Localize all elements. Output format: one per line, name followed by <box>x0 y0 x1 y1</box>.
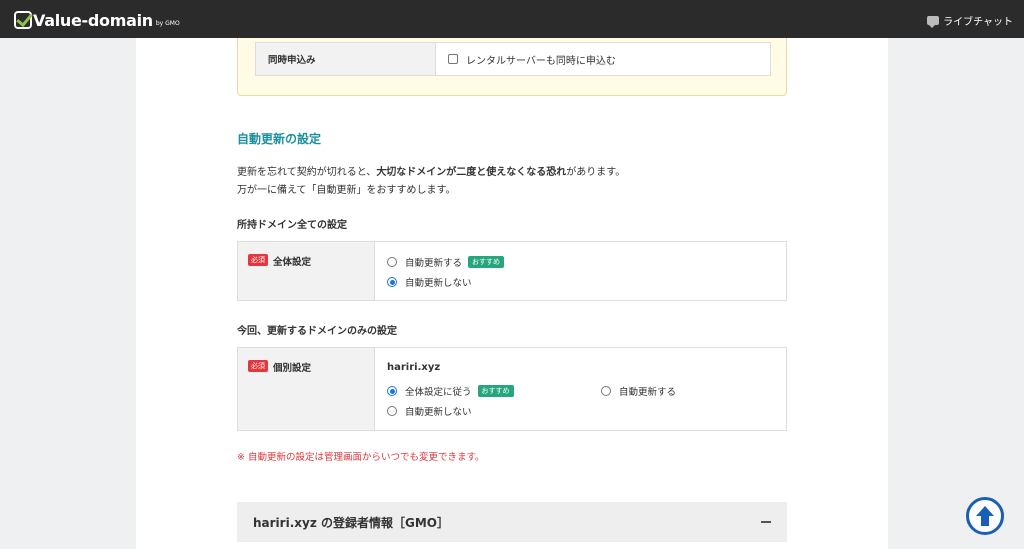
recommend-badge: おすすめ <box>468 256 505 268</box>
individual-auto-renew-off-option[interactable]: 自動更新しない <box>387 404 472 418</box>
registrant-info-title: hariri.xyz の登録者情報［GMO］ <box>253 515 449 530</box>
individual-auto-renew-on-label[interactable]: 自動更新する <box>619 384 676 398</box>
collapse-minus-icon[interactable] <box>761 521 771 523</box>
all-auto-renew-on-radio[interactable] <box>387 257 397 267</box>
individual-setting-label-cell: 必須 個別設定 <box>238 348 375 430</box>
chat-bubble-icon <box>927 16 940 28</box>
desc-line1-c: があります。 <box>566 167 626 178</box>
individual-setting-label: 個別設定 <box>273 363 312 374</box>
auto-renew-title: 自動更新の設定 <box>237 132 322 146</box>
domain-name: hariri.xyz <box>387 362 441 373</box>
all-setting-label: 全体設定 <box>273 257 312 268</box>
all-setting-options: 自動更新する おすすめ 自動更新しない <box>375 242 786 300</box>
required-badge: 必須 <box>248 254 268 266</box>
individual-setting-options: hariri.xyz 全体設定に従う おすすめ 自動更新する 自動更新しない <box>375 348 786 430</box>
all-auto-renew-on-option[interactable]: 自動更新する おすすめ <box>387 255 505 269</box>
individual-auto-renew-on-option[interactable]: 自動更新する <box>601 384 676 398</box>
registrant-info-accordion[interactable]: hariri.xyz の登録者情報［GMO］ <box>237 502 787 542</box>
rental-server-checkbox-label[interactable]: レンタルサーバーも同時に申込む <box>466 52 616 67</box>
logo-text: Value-domain <box>33 10 153 30</box>
recommend-badge: おすすめ <box>477 385 514 397</box>
rental-server-checkbox[interactable] <box>448 54 458 64</box>
top-bar: Value-domain by GMO ライブチャット <box>0 0 1024 38</box>
all-domains-setting-title: 所持ドメイン全ての設定 <box>237 220 347 231</box>
arrow-up-icon <box>976 506 994 526</box>
desc-line1-emphasis: 大切なドメインが二度と使えなくなる恐れ <box>376 167 567 178</box>
follow-global-radio[interactable] <box>387 386 397 396</box>
all-auto-renew-off-label[interactable]: 自動更新しない <box>405 275 472 289</box>
individual-auto-renew-on-radio[interactable] <box>601 386 611 396</box>
desc-line2: 万が一に備えて「自動更新」をおすすめします。 <box>237 185 456 196</box>
logo-sub: by GMO <box>155 20 180 27</box>
logo-check-icon <box>14 11 32 29</box>
rental-server-option[interactable]: レンタルサーバーも同時に申込む <box>436 43 770 75</box>
auto-renew-description: 更新を忘れて契約が切れると、大切なドメインが二度と使えなくなる恐れがあります。 … <box>237 164 625 200</box>
site-logo[interactable]: Value-domain by GMO <box>14 10 180 30</box>
individual-auto-renew-off-radio[interactable] <box>387 406 397 416</box>
simultaneous-order-box: 同時申込み レンタルサーバーも同時に申込む <box>237 38 787 96</box>
all-auto-renew-off-radio[interactable] <box>387 277 397 287</box>
auto-renew-note: ※ 自動更新の設定は管理画面からいつでも変更できます。 <box>237 452 485 463</box>
all-setting-label-cell: 必須 全体設定 <box>238 242 375 300</box>
simultaneous-order-label: 同時申込み <box>256 43 436 75</box>
main-content: 同時申込み レンタルサーバーも同時に申込む 自動更新の設定 更新を忘れて契約が切… <box>136 38 888 549</box>
simultaneous-order-table: 同時申込み レンタルサーバーも同時に申込む <box>255 42 771 76</box>
follow-global-option[interactable]: 全体設定に従う おすすめ <box>387 384 514 398</box>
scroll-to-top-button[interactable] <box>966 497 1004 535</box>
required-badge: 必須 <box>248 360 268 372</box>
all-auto-renew-off-option[interactable]: 自動更新しない <box>387 275 472 289</box>
individual-setting-title: 今回、更新するドメインのみの設定 <box>237 326 397 337</box>
individual-auto-renew-off-label[interactable]: 自動更新しない <box>405 404 472 418</box>
live-chat-link[interactable]: ライブチャット <box>927 13 1013 28</box>
desc-line1-a: 更新を忘れて契約が切れると、 <box>237 167 377 178</box>
live-chat-label: ライブチャット <box>943 17 1013 28</box>
follow-global-label[interactable]: 全体設定に従う <box>405 384 472 398</box>
all-domains-setting-table: 必須 全体設定 自動更新する おすすめ 自動更新しない <box>237 241 787 301</box>
individual-setting-table: 必須 個別設定 hariri.xyz 全体設定に従う おすすめ 自動更新する 自… <box>237 347 787 431</box>
all-auto-renew-on-label[interactable]: 自動更新する <box>405 255 462 269</box>
